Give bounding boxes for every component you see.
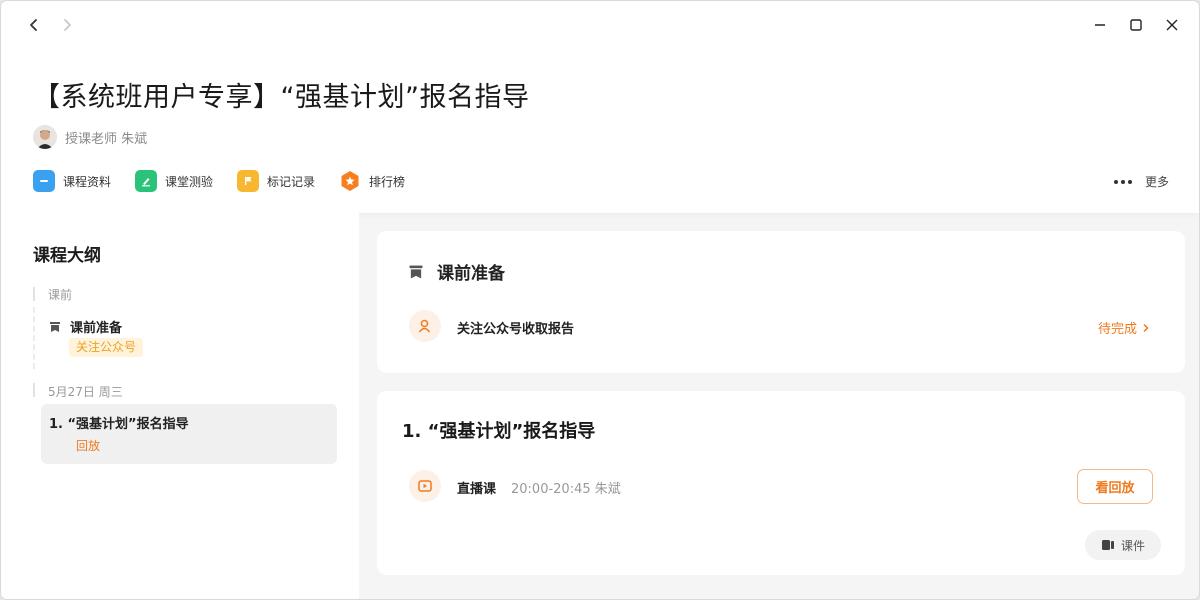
lesson-card: 1. “强基计划”报名指导 直播课 20:00-20:45 朱斌 看回放 课件 [377,391,1185,575]
section-label-date: 5月27日 周三 [48,385,123,399]
forward-button[interactable] [55,13,79,37]
watch-replay-button[interactable]: 看回放 [1077,469,1153,504]
bookmark-icon [409,265,423,278]
chevron-left-icon [30,19,37,31]
marks-button[interactable]: 标记记录 [237,170,315,192]
outline-item-lesson-label: 1. “强基计划”报名指导 [49,417,189,432]
outline-line [33,287,35,301]
prep-card: 课前准备 关注公众号收取报告 待完成 [377,231,1185,373]
materials-label: 课程资料 [63,174,112,189]
video-play-icon [409,470,441,502]
minimize-button[interactable] [1085,11,1115,39]
outline-dash-line [33,307,35,369]
chevron-right-icon [64,19,71,31]
quiz-button[interactable]: 课堂测验 [135,170,213,192]
follow-tag: 关注公众号 [69,338,144,357]
outline-item-prep-label: 课前准备 [70,321,123,336]
back-button[interactable] [22,13,46,37]
bookmark-icon [50,321,60,332]
outline-title: 课程大纲 [33,246,101,266]
follow-task-text: 关注公众号收取报告 [457,322,575,337]
outline-line-2 [33,383,35,397]
pending-label: 待完成 [1097,322,1137,337]
outline-item-lesson[interactable]: 1. “强基计划”报名指导 回放 [41,404,337,464]
leaderboard-label: 排行榜 [369,174,406,189]
flag-icon [237,170,260,192]
document-icon [1101,540,1114,550]
badge-icon [339,170,361,192]
user-icon [409,310,441,342]
course-header: 【系统班用户专享】“强基计划”报名指导 授课老师 朱斌 课程资料 课堂测验 标记… [1,1,1199,213]
outline-sidebar: 课程大纲 课前 课前准备 关注公众号 5月27日 周三 1. “强基计划”报名指… [1,213,359,599]
replay-tag: 回放 [76,439,101,453]
section-label-pre: 课前 [48,288,73,302]
pencil-icon [135,170,158,192]
maximize-button[interactable] [1121,11,1151,39]
courseware-button[interactable]: 课件 [1085,530,1161,560]
pending-link[interactable]: 待完成 [1098,318,1151,337]
more-dots-icon [1113,179,1135,184]
lesson-meta: 20:00-20:45 朱斌 [511,482,621,497]
quiz-label: 课堂测验 [165,174,214,189]
more-label: 更多 [1144,175,1169,189]
leaderboard-button[interactable]: 排行榜 [339,170,405,192]
maximize-icon [1130,19,1142,31]
close-icon [1166,19,1178,31]
more-button[interactable]: 更多 [1113,173,1169,190]
toolbar: 课程资料 课堂测验 标记记录 排行榜 [33,170,429,192]
folder-icon [33,170,55,192]
page-title: 【系统班用户专享】“强基计划”报名指导 [33,82,530,113]
avatar [33,125,57,149]
outline-item-prep[interactable]: 课前准备 [48,317,122,336]
chevron-right-icon [1143,323,1149,332]
prep-card-header: 课前准备 [407,259,505,284]
app-window: 【系统班用户专享】“强基计划”报名指导 授课老师 朱斌 课程资料 课堂测验 标记… [1,1,1199,599]
materials-button[interactable]: 课程资料 [33,170,111,192]
courseware-label: 课件 [1120,538,1145,553]
minimize-icon [1095,24,1105,26]
lesson-card-title: 1. “强基计划”报名指导 [402,421,596,442]
marks-label: 标记记录 [267,174,316,189]
close-button[interactable] [1157,11,1187,39]
prep-card-title: 课前准备 [437,264,505,284]
live-type-label: 直播课 [457,482,497,497]
teacher-info: 授课老师 朱斌 [33,125,147,149]
teacher-name: 授课老师 朱斌 [65,131,148,147]
